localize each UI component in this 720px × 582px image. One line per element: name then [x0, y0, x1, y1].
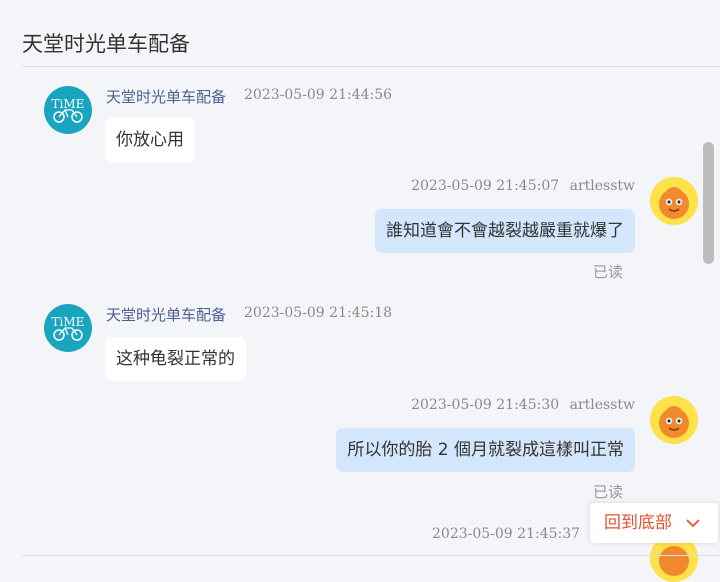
- input-divider: [22, 555, 720, 556]
- message-meta: 2023-05-09 21:45:37 ar: [432, 526, 606, 542]
- scrollbar-thumb[interactable]: [703, 142, 714, 264]
- message-bubble[interactable]: 誰知道會不會越裂越嚴重就爆了: [375, 209, 635, 253]
- message-timestamp: 2023-05-09 21:45:30: [411, 397, 560, 413]
- chat-header: 天堂时光单车配备: [0, 0, 720, 66]
- sender-name[interactable]: 天堂时光单车配备: [106, 86, 226, 107]
- user-avatar-icon[interactable]: [650, 177, 698, 225]
- message-meta: 2023-05-09 21:45:30 artlesstw: [411, 397, 635, 413]
- page-title: 天堂时光单车配备: [22, 32, 190, 56]
- message-timestamp: 2023-05-09 21:44:56: [244, 87, 393, 103]
- svg-text:TiME: TiME: [52, 97, 85, 111]
- message-bubble[interactable]: 你放心用: [105, 118, 195, 162]
- shop-avatar-icon[interactable]: TiME: [44, 304, 92, 352]
- message-bubble[interactable]: 这种龟裂正常的: [105, 337, 246, 381]
- scroll-to-bottom-label: 回到底部: [604, 513, 672, 533]
- chevron-down-icon: [686, 519, 700, 528]
- read-status: 已读: [593, 263, 624, 281]
- header-divider: [22, 66, 720, 67]
- read-status: 已读: [593, 483, 624, 501]
- shop-avatar-icon[interactable]: TiME: [44, 86, 92, 134]
- sender-name[interactable]: 天堂时光单车配备: [106, 304, 226, 325]
- sender-name[interactable]: artlesstw: [570, 178, 635, 194]
- scroll-to-bottom-button[interactable]: 回到底部: [590, 503, 718, 543]
- message-timestamp: 2023-05-09 21:45:07: [411, 178, 560, 194]
- message-timestamp: 2023-05-09 21:45:18: [244, 305, 393, 321]
- user-avatar-icon[interactable]: [650, 396, 698, 444]
- message-bubble[interactable]: 所以你的胎 2 個月就裂成這樣叫正常: [336, 428, 635, 472]
- svg-text:TiME: TiME: [52, 315, 85, 329]
- message-timestamp: 2023-05-09 21:45:37: [432, 526, 581, 542]
- sender-name[interactable]: artlesstw: [570, 397, 635, 413]
- message-meta: 2023-05-09 21:45:07 artlesstw: [411, 178, 635, 194]
